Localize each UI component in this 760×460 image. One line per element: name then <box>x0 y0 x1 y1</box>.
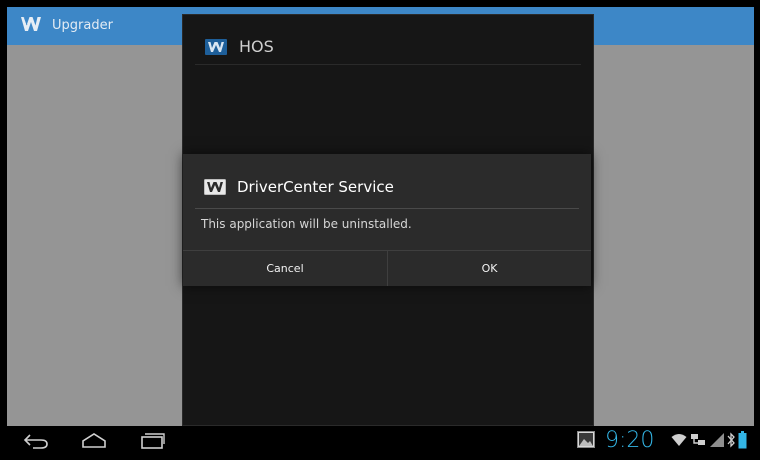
uninstall-dialog: DriverCenter Service This application wi… <box>183 154 591 286</box>
wifi-icon <box>671 434 687 446</box>
screen: Upgrader HOS DriverCenter Service This a… <box>7 7 754 426</box>
signal-icon <box>710 433 724 447</box>
w-logo-icon <box>204 179 226 195</box>
ok-button[interactable]: OK <box>388 251 591 286</box>
dialog-message: This application will be uninstalled. <box>201 217 412 231</box>
hos-dialog-title: HOS <box>239 37 274 56</box>
app-title: Upgrader <box>52 18 113 33</box>
network-icon <box>691 434 705 445</box>
w-logo-icon <box>205 39 227 55</box>
device-frame: Upgrader HOS DriverCenter Service This a… <box>0 0 760 460</box>
dialog-title: DriverCenter Service <box>237 178 394 196</box>
system-nav-bar: 9:20 <box>7 426 754 455</box>
battery-icon <box>738 431 747 449</box>
gallery-icon[interactable] <box>577 431 595 448</box>
divider <box>195 208 579 209</box>
cancel-button[interactable]: Cancel <box>183 251 387 286</box>
bluetooth-icon <box>727 432 735 448</box>
clock: 9:20 <box>605 428 655 453</box>
divider <box>195 64 581 65</box>
home-icon[interactable] <box>79 431 109 451</box>
w-logo-icon <box>21 16 41 31</box>
back-icon[interactable] <box>21 431 51 451</box>
recents-icon[interactable] <box>137 431 167 451</box>
